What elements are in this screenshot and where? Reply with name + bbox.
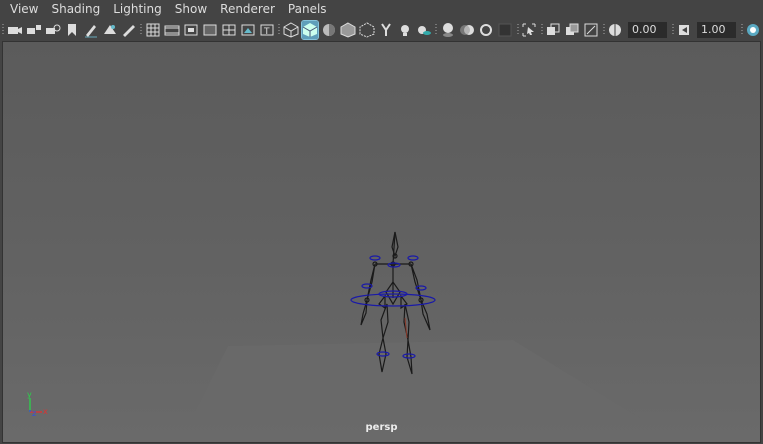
hud-icon <box>584 23 598 37</box>
motion-blur-icon <box>460 25 475 35</box>
resolution-gate-icon <box>184 24 198 36</box>
toolbar-separator <box>0 21 5 39</box>
toolbar-separator <box>433 21 438 39</box>
anti-aliasing-button[interactable] <box>478 21 494 39</box>
camera-icon <box>7 27 22 34</box>
shadows-button[interactable] <box>416 21 432 39</box>
film-gate-icon <box>164 25 180 36</box>
color-management-button[interactable] <box>745 21 761 39</box>
axis-y-label: y <box>27 390 32 399</box>
menu-panels[interactable]: Panels <box>281 0 333 19</box>
toolbar-separator <box>138 21 143 39</box>
textured-icon <box>566 23 579 35</box>
safe-action-button[interactable] <box>240 21 256 39</box>
use-all-lights-icon <box>400 25 409 36</box>
axis-gizmo: y x z <box>27 390 48 418</box>
panel-menubar: View Shading Lighting Show Renderer Pane… <box>0 0 763 19</box>
image-plane-button[interactable] <box>102 21 118 39</box>
toolbar-separator <box>539 21 544 39</box>
motion-blur-button[interactable] <box>459 21 475 39</box>
gamma-field[interactable]: 1.00 <box>696 22 736 38</box>
axis-x-label: x <box>43 407 48 416</box>
grid-button[interactable] <box>145 21 161 39</box>
isolate-select-icon <box>522 23 536 37</box>
panel-toolbar: T 0.00 1.00 <box>0 19 763 41</box>
exposure-button[interactable] <box>607 21 623 39</box>
xray-active-components-icon <box>547 23 560 35</box>
wireframe-button[interactable] <box>283 21 299 39</box>
camera-attributes-icon <box>26 25 41 34</box>
wireframe-icon <box>283 22 299 38</box>
film-gate-button[interactable] <box>164 21 180 39</box>
safe-title-button[interactable]: T <box>259 21 275 39</box>
axis-z-label: z <box>32 409 36 418</box>
xray-button[interactable] <box>359 21 375 39</box>
grease-pencil-button[interactable] <box>83 21 99 39</box>
exposure-icon <box>609 24 622 36</box>
use-all-lights-button[interactable] <box>397 21 413 39</box>
hud-button[interactable] <box>583 21 599 39</box>
color-management-icon <box>747 24 760 36</box>
2d-pan-zoom-icon <box>122 25 135 37</box>
ambient-occlusion-button[interactable] <box>440 21 456 39</box>
2d-pan-zoom-button[interactable] <box>121 21 137 39</box>
xray-joints-button[interactable] <box>378 21 394 39</box>
wireframe-on-shaded-icon <box>340 22 356 38</box>
use-default-material-icon <box>322 24 335 36</box>
isolate-select-button[interactable] <box>521 21 537 39</box>
field-chart-button[interactable] <box>221 21 237 39</box>
menu-view[interactable]: View <box>0 0 44 19</box>
gamma-icon <box>679 25 690 35</box>
wireframe-on-shaded-button[interactable] <box>340 21 356 39</box>
field-chart-icon <box>222 24 236 36</box>
use-default-material-button[interactable] <box>321 21 337 39</box>
safe-title-icon: T <box>260 24 274 37</box>
camera-name-label: persp <box>365 422 398 433</box>
gate-mask-button[interactable] <box>202 21 218 39</box>
menu-renderer[interactable]: Renderer <box>213 0 281 19</box>
grid-icon <box>146 23 160 37</box>
grease-pencil-icon <box>84 25 97 38</box>
ground-plane <box>191 340 643 420</box>
gate-mask-icon <box>203 24 217 36</box>
toolbar-separator <box>739 21 744 39</box>
toolbar-separator <box>670 21 675 39</box>
menu-shading[interactable]: Shading <box>44 0 106 19</box>
toolbar-separator <box>276 21 281 39</box>
depth-of-field-button[interactable] <box>497 21 513 39</box>
exposure-field[interactable]: 0.00 <box>627 22 667 38</box>
svg-text:T: T <box>263 27 270 37</box>
depth-of-field-icon <box>498 23 512 37</box>
camera-lock-icon <box>45 24 61 34</box>
perspective-viewport[interactable]: y x z persp <box>3 42 760 442</box>
gamma-button[interactable] <box>676 21 692 39</box>
smooth-shade-button[interactable] <box>300 20 319 40</box>
camera-attributes-button[interactable] <box>26 21 42 39</box>
safe-action-icon <box>241 24 255 36</box>
anti-aliasing-icon <box>480 24 493 36</box>
textured-button[interactable] <box>564 21 580 39</box>
menu-show[interactable]: Show <box>168 0 213 19</box>
shadows-icon <box>417 26 431 35</box>
bookmark-icon <box>67 24 76 36</box>
ambient-occlusion-icon <box>443 23 454 37</box>
camera-lock-button[interactable] <box>45 21 61 39</box>
xray-joints-icon <box>381 23 391 36</box>
smooth-shade-icon <box>302 23 318 37</box>
resolution-gate-button[interactable] <box>183 21 199 39</box>
toolbar-separator <box>601 21 606 39</box>
bookmark-button[interactable] <box>64 21 80 39</box>
image-plane-icon <box>103 25 116 34</box>
xray-active-components-button[interactable] <box>545 21 561 39</box>
toolbar-separator <box>515 21 520 39</box>
xray-icon <box>359 22 375 38</box>
camera-button[interactable] <box>7 21 23 39</box>
menu-lighting[interactable]: Lighting <box>106 0 168 19</box>
scene-view[interactable]: y x z <box>3 42 760 442</box>
